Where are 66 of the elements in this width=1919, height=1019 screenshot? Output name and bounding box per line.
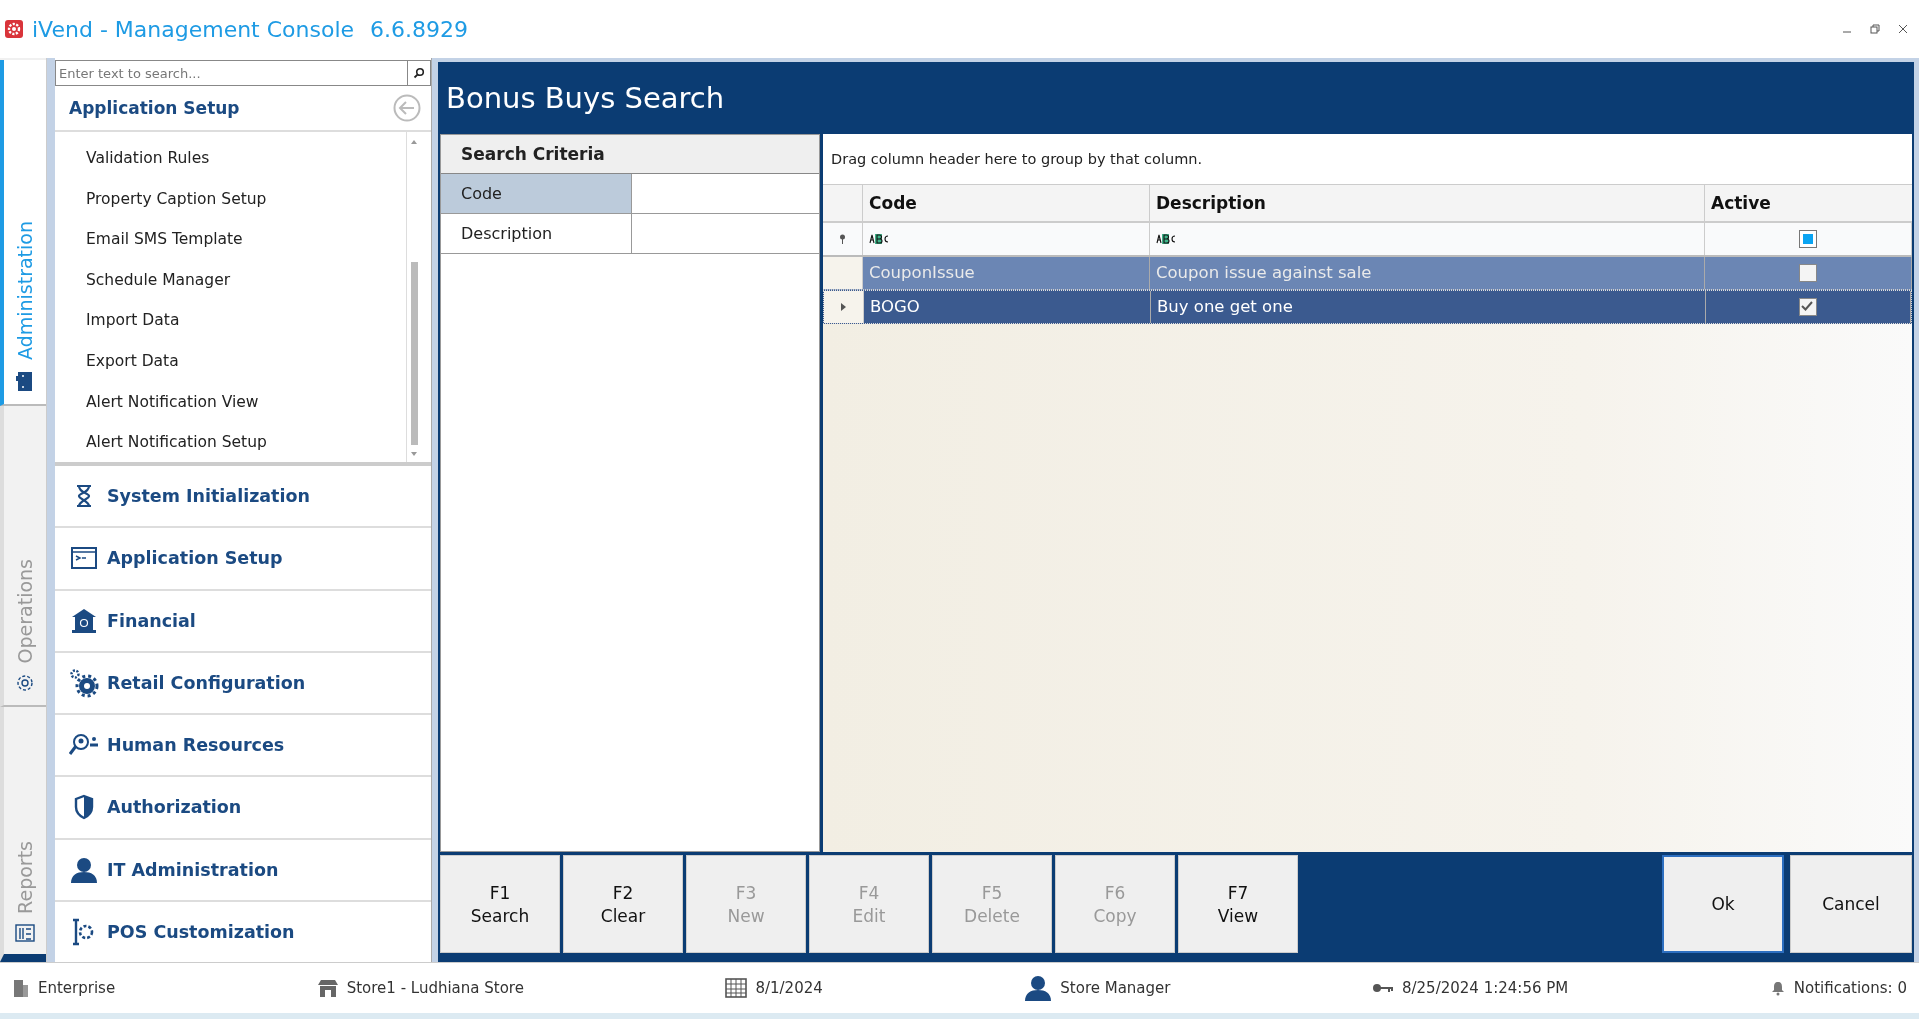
status-text: Enterprise <box>38 979 116 997</box>
menu-item[interactable]: Alert Notification View <box>55 381 406 423</box>
person-icon <box>1024 974 1053 1002</box>
nav-section[interactable]: Authorization <box>55 777 431 840</box>
row-indicator-icon <box>841 303 846 311</box>
nav-section[interactable]: Retail Configuration <box>55 652 431 715</box>
nav-section[interactable]: Financial <box>55 590 431 653</box>
menu-item[interactable]: Email SMS Template <box>55 219 406 260</box>
close-icon[interactable] <box>1898 24 1908 34</box>
nav-section[interactable]: System Initialization <box>55 466 431 529</box>
menu-item[interactable]: Property Caption Setup <box>55 178 406 220</box>
status-text: Store Manager <box>1060 979 1171 997</box>
restore-icon[interactable] <box>1870 24 1880 34</box>
column-header[interactable]: Active <box>1705 185 1912 221</box>
table-cell: BOGO <box>864 291 1151 323</box>
text-filter-icon[interactable] <box>1156 233 1176 245</box>
field-label: Code <box>441 174 632 213</box>
group-hint: Drag column header here to group by that column. <box>823 134 1912 185</box>
ok-button[interactable]: Ok <box>1662 855 1784 953</box>
column-header[interactable]: Description <box>1150 185 1705 221</box>
console-window-icon <box>69 547 99 570</box>
version-number: 6.6.8929 <box>370 16 469 42</box>
search-icon[interactable] <box>407 60 431 86</box>
status-text: 8/1/2024 <box>755 979 823 997</box>
criteria-title: Search Criteria <box>441 135 819 174</box>
menu-item[interactable]: Validation Rules <box>55 138 406 179</box>
calendar-icon <box>725 978 748 998</box>
column-header[interactable]: Code <box>863 185 1150 221</box>
table-cell: CouponIssue <box>863 257 1150 289</box>
report-icon <box>15 924 35 942</box>
search-field[interactable]: Enter text to search... <box>55 60 407 86</box>
menu-item[interactable]: Export Data <box>55 340 406 382</box>
window-title: iVend - Management Console <box>32 16 355 42</box>
table-cell: Coupon issue against sale <box>1150 257 1705 289</box>
menu-item[interactable]: Schedule Manager <box>55 259 406 301</box>
checkbox[interactable] <box>1799 264 1817 282</box>
group-title: Application Setup <box>69 98 240 118</box>
checkbox[interactable] <box>1799 298 1817 316</box>
status-text: 8/25/2024 1:24:56 PM <box>1401 979 1569 997</box>
nav-section[interactable]: IT Administration <box>55 839 431 902</box>
status-text: Notifications: 0 <box>1793 979 1907 997</box>
person-icon <box>69 855 99 884</box>
function-key-button[interactable]: F1 Search <box>440 855 560 953</box>
key-icon <box>1371 981 1394 995</box>
function-key-button[interactable]: F2 Clear <box>563 855 683 953</box>
nav-section[interactable]: POS Customization <box>55 901 431 962</box>
gear-icon <box>15 673 35 693</box>
pin-icon[interactable] <box>839 234 846 244</box>
status-text: Store1 - Ludhiana Store <box>346 979 524 997</box>
scrollbar[interactable] <box>406 132 421 462</box>
bank-icon <box>69 607 99 634</box>
building-icon <box>12 978 30 998</box>
app-logo-icon <box>4 19 24 39</box>
nav-section[interactable]: Human Resources <box>55 715 431 778</box>
function-key-button[interactable]: F7 View <box>1178 855 1298 953</box>
page-title: Bonus Buys Search <box>445 80 726 117</box>
store-icon <box>316 978 339 998</box>
gears-icon <box>69 667 99 698</box>
text-filter-icon[interactable] <box>869 233 889 245</box>
menu-item[interactable]: Import Data <box>55 300 406 341</box>
cancel-button[interactable]: Cancel <box>1790 855 1912 953</box>
nav-section[interactable]: Application Setup <box>55 528 431 591</box>
briefcase-icon <box>16 370 34 392</box>
table-cell: Buy one get one <box>1151 291 1706 323</box>
menu-item[interactable]: Alert Notification Setup <box>55 422 406 463</box>
filter-checkbox[interactable] <box>1799 230 1817 248</box>
